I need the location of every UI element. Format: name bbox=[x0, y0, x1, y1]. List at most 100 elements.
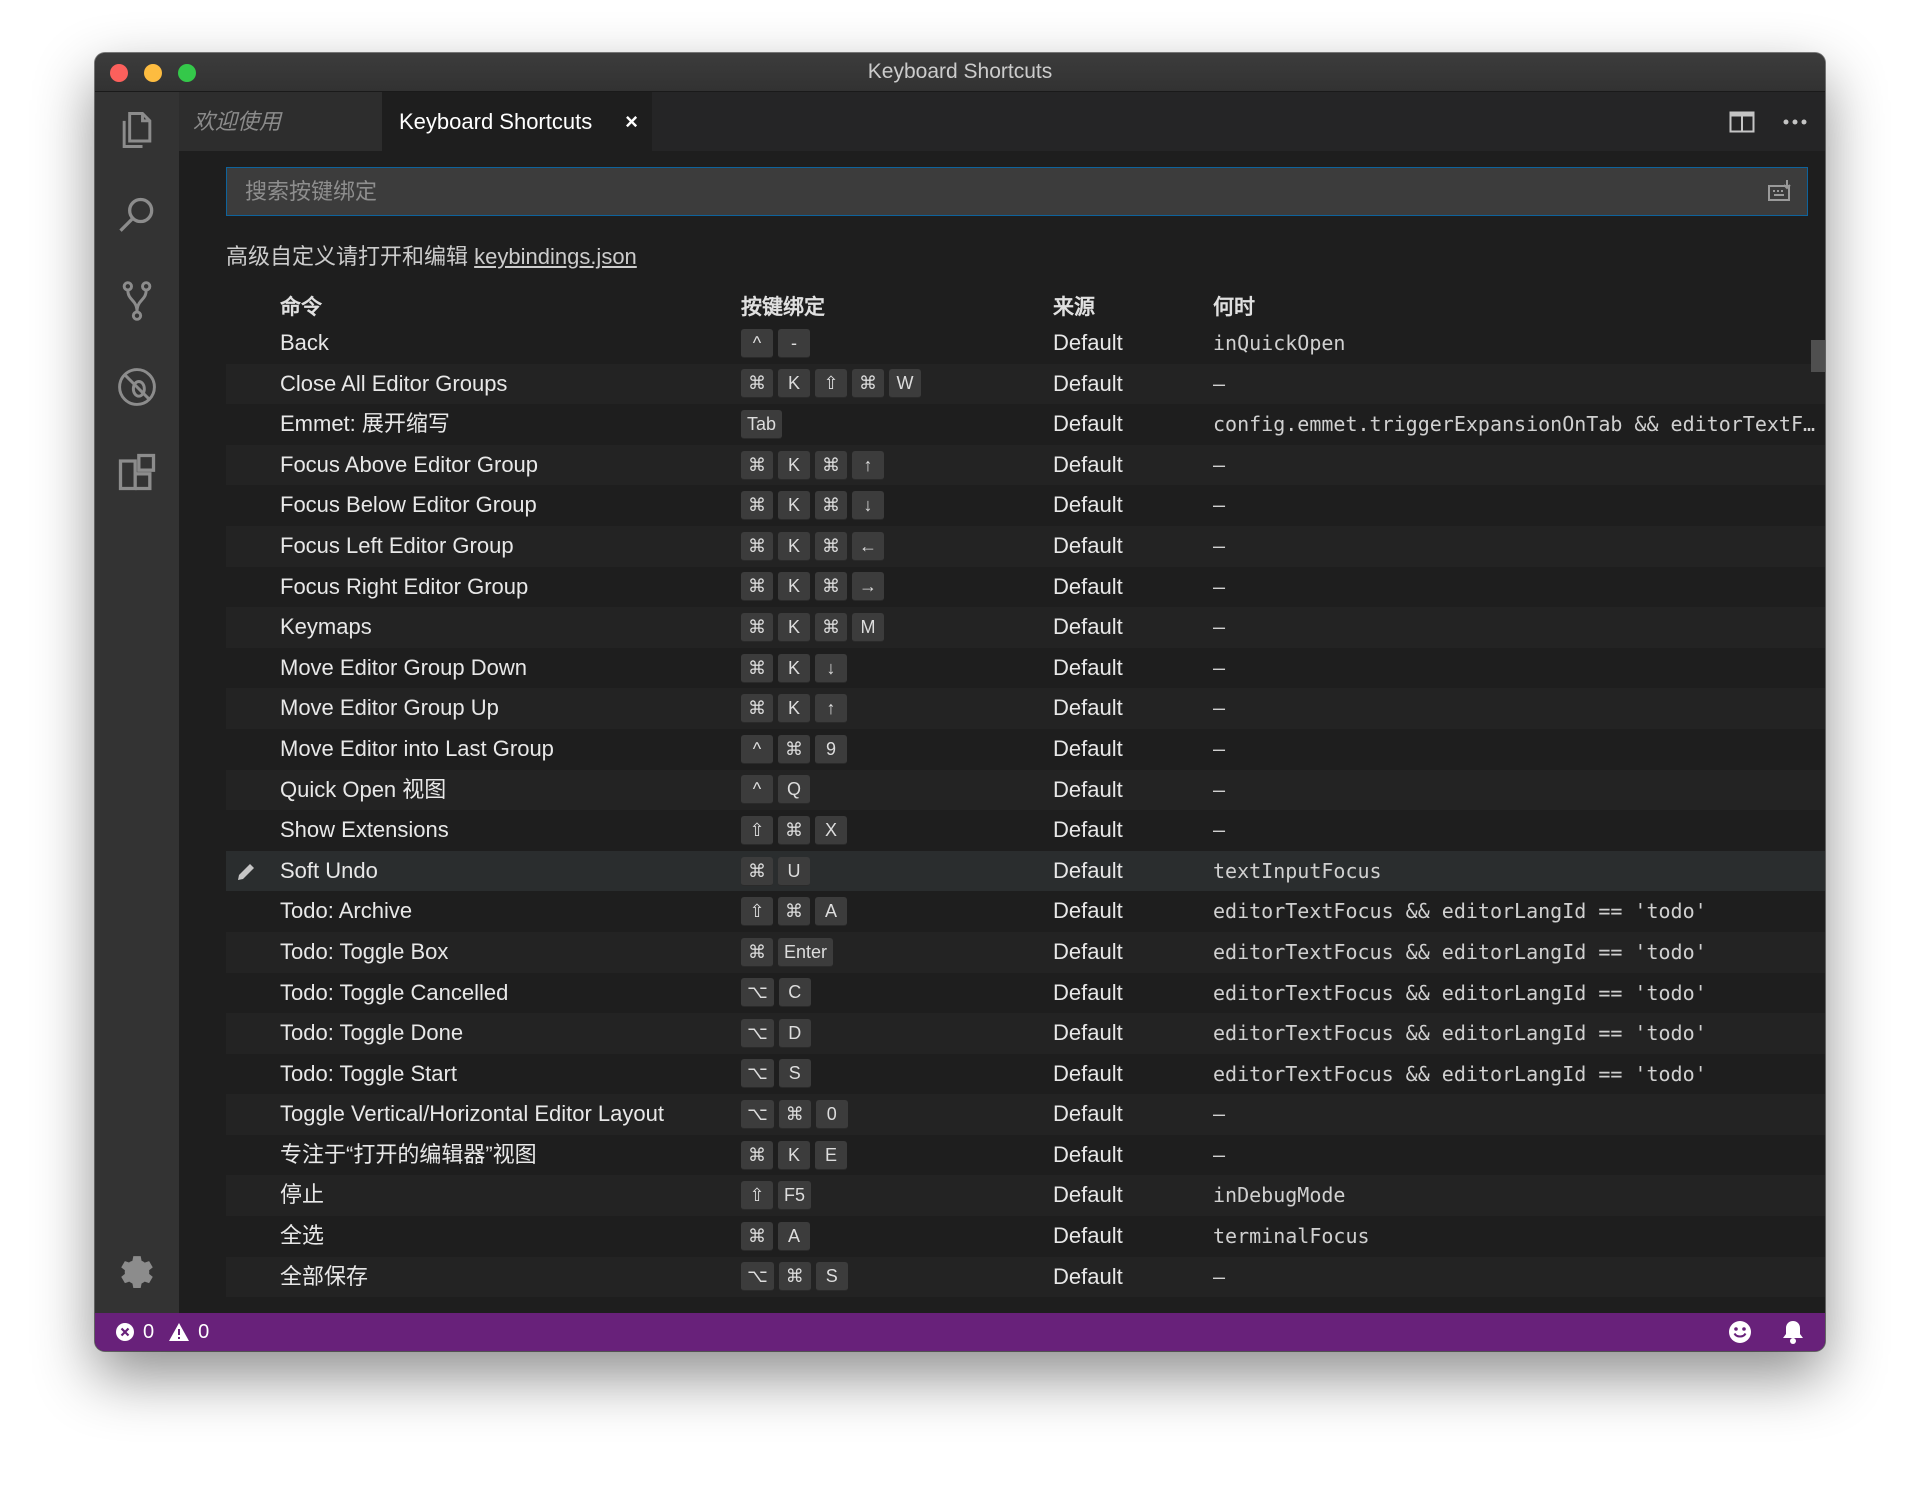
keybindings-editor: 高级自定义请打开和编辑 keybindings.json 命令 按键绑定 来源 … bbox=[179, 151, 1825, 1313]
key-badge: 9 bbox=[815, 734, 847, 764]
tab-welcome[interactable]: 欢迎使用 bbox=[179, 92, 382, 151]
table-row[interactable]: 全选 ⌘ A Default terminalFocus bbox=[226, 1216, 1825, 1257]
key-badge: 0 bbox=[815, 1100, 848, 1130]
keybinding-cell: ⌘ K E bbox=[741, 1135, 847, 1176]
table-row[interactable]: Focus Left Editor Group ⌘ K ⌘ ← Default — bbox=[226, 525, 1825, 567]
bell-icon[interactable] bbox=[1781, 1319, 1805, 1345]
table-row[interactable]: Move Editor Group Up ⌘ K ↑ Default — bbox=[226, 688, 1825, 729]
table-row[interactable]: Focus Right Editor Group ⌘ K ⌘ → Default — bbox=[226, 567, 1825, 608]
table-row[interactable]: Todo: Toggle Start ⌥ S Default editorTextFoc… bbox=[226, 1054, 1825, 1095]
table-row[interactable]: Back ^ - Default inQuickOpen bbox=[226, 323, 1825, 364]
command-cell: Move Editor Group Up bbox=[280, 695, 499, 721]
source-cell: Default bbox=[1053, 370, 1123, 396]
key-badge: A bbox=[778, 1221, 810, 1251]
table-row[interactable]: Soft Undo ⌘ U Default textInputFocus bbox=[226, 850, 1825, 892]
table-body: Back ^ - Default inQuickOpen Close All Editor… bbox=[226, 323, 1825, 1298]
edit-icon[interactable] bbox=[234, 860, 258, 884]
when-cell: — bbox=[1213, 615, 1226, 640]
key-badge: A bbox=[815, 897, 847, 927]
command-cell: 全部保存 bbox=[280, 1263, 369, 1289]
key-badge: ← bbox=[852, 531, 884, 561]
gear-icon[interactable] bbox=[113, 1247, 161, 1295]
command-cell: Focus Below Editor Group bbox=[280, 492, 537, 518]
key-badge: ⌘ bbox=[741, 856, 773, 886]
key-badge: ⌘ bbox=[741, 1221, 773, 1251]
activity-bar bbox=[95, 92, 179, 1313]
keybindings-json-link[interactable]: keybindings.json bbox=[474, 244, 637, 269]
scrollbar-thumb[interactable] bbox=[1811, 340, 1825, 372]
search-icon[interactable] bbox=[113, 192, 161, 240]
table-row[interactable]: Todo: Toggle Box ⌘ Enter Default editorTextF… bbox=[226, 931, 1825, 973]
when-cell: — bbox=[1213, 574, 1226, 599]
source-cell: Default bbox=[1053, 492, 1123, 518]
smiley-icon[interactable] bbox=[1727, 1319, 1753, 1345]
table-row[interactable]: Show Extensions ⇧ ⌘ X Default — bbox=[226, 810, 1825, 851]
key-badge: ⌘ bbox=[852, 369, 884, 399]
table-row[interactable]: Move Editor Group Down ⌘ K ↓ Default — bbox=[226, 648, 1825, 689]
problems-status[interactable]: 0 0 bbox=[115, 1313, 209, 1351]
when-cell: editorTextFocus && editorLangId == 'todo… bbox=[1213, 939, 1707, 964]
extensions-icon[interactable] bbox=[113, 448, 161, 496]
column-when[interactable]: 何时 bbox=[1213, 291, 1255, 321]
table-row[interactable]: Todo: Toggle Done ⌥ D Default editorTextFocu… bbox=[226, 1013, 1825, 1054]
table-row[interactable]: Focus Above Editor Group ⌘ K ⌘ ↑ Default — bbox=[226, 444, 1825, 486]
keybinding-cell: ⌘ K ⌘ ↓ bbox=[741, 485, 884, 526]
key-badge: K bbox=[778, 612, 810, 642]
table-row[interactable]: 停止 ⇧ F5 Default inDebugMode bbox=[226, 1175, 1825, 1217]
keybinding-cell: ⇧ ⌘ A bbox=[741, 891, 847, 932]
table-row[interactable]: Emmet: 展开缩写 Tab Default config.emmet.trigge… bbox=[226, 404, 1825, 445]
column-command[interactable]: 命令 bbox=[280, 291, 322, 321]
command-cell: Keymaps bbox=[280, 614, 372, 640]
record-keys-icon[interactable] bbox=[1767, 178, 1795, 206]
keybinding-cell: ⌘ A bbox=[741, 1216, 810, 1257]
search-input[interactable] bbox=[227, 168, 1807, 215]
table-row[interactable]: Toggle Vertical/Horizontal Editor Layout… bbox=[226, 1094, 1825, 1135]
debug-icon[interactable] bbox=[113, 363, 161, 411]
table-row[interactable]: Todo: Archive ⇧ ⌘ A Default editorTextFocus &… bbox=[226, 891, 1825, 932]
table-row[interactable]: Keymaps ⌘ K ⌘ M Default — bbox=[226, 607, 1825, 648]
keybinding-cell: Tab bbox=[741, 404, 783, 445]
table-row[interactable]: Quick Open 视图 ^ Q Default — bbox=[226, 769, 1825, 811]
files-icon[interactable] bbox=[113, 106, 161, 154]
column-source[interactable]: 来源 bbox=[1053, 291, 1095, 321]
source-cell: Default bbox=[1053, 817, 1123, 843]
command-cell: Todo: Toggle Cancelled bbox=[280, 979, 509, 1005]
more-icon[interactable] bbox=[1783, 118, 1807, 126]
key-badge: E bbox=[815, 1140, 847, 1170]
command-cell: Focus Left Editor Group bbox=[280, 532, 514, 558]
key-badge: S bbox=[815, 1262, 848, 1292]
key-badge: ⌥ bbox=[741, 1262, 774, 1292]
source-cell: Default bbox=[1053, 1223, 1123, 1249]
table-row[interactable]: 专注于“打开的编辑器”视图 ⌘ K E Default — bbox=[226, 1135, 1825, 1176]
key-badge: ⌘ bbox=[741, 369, 773, 399]
source-cell: Default bbox=[1053, 735, 1123, 761]
key-badge: ⌘ bbox=[741, 531, 773, 561]
when-cell: editorTextFocus && editorLangId == 'todo… bbox=[1213, 980, 1707, 1005]
key-badge: Tab bbox=[741, 409, 783, 439]
key-badge: ^ bbox=[741, 734, 773, 764]
table-row[interactable]: Close All Editor Groups ⌘ K ⇧ ⌘ W Default — bbox=[226, 363, 1825, 405]
table-row[interactable]: Move Editor into Last Group ^ ⌘ 9 Default — bbox=[226, 729, 1825, 770]
column-keybinding[interactable]: 按键绑定 bbox=[741, 291, 825, 321]
key-badge: ⇧ bbox=[741, 815, 773, 845]
source-cell: Default bbox=[1053, 614, 1123, 640]
source-control-icon[interactable] bbox=[113, 277, 161, 325]
close-tab-button[interactable]: × bbox=[625, 92, 638, 151]
tab-keyboard-shortcuts[interactable]: Keyboard Shortcuts × bbox=[382, 92, 652, 151]
source-cell: Default bbox=[1053, 451, 1123, 477]
command-cell: 全选 bbox=[280, 1223, 325, 1249]
source-cell: Default bbox=[1053, 532, 1123, 558]
key-badge: ⌘ bbox=[741, 612, 773, 642]
command-cell: Todo: Archive bbox=[280, 898, 413, 924]
key-badge: ⌘ bbox=[741, 572, 773, 602]
table-row[interactable]: Focus Below Editor Group ⌘ K ⌘ ↓ Default — bbox=[226, 485, 1825, 526]
key-badge: → bbox=[852, 572, 884, 602]
table-row[interactable]: Todo: Toggle Cancelled ⌥ C Default editorTex… bbox=[226, 973, 1825, 1014]
keybinding-cell: ⌘ K ↓ bbox=[741, 648, 847, 689]
split-editor-icon[interactable] bbox=[1729, 110, 1755, 134]
table-row[interactable]: 全部保存 ⌥ ⌘ S Default — bbox=[226, 1256, 1825, 1298]
key-badge: D bbox=[778, 1018, 811, 1048]
source-cell: Default bbox=[1053, 695, 1123, 721]
keybinding-cell: ^ ⌘ 9 bbox=[741, 729, 847, 770]
keybindings-table: 命令 按键绑定 来源 何时 Back ^ - Default inQuickOpen Cl… bbox=[226, 281, 1825, 1298]
